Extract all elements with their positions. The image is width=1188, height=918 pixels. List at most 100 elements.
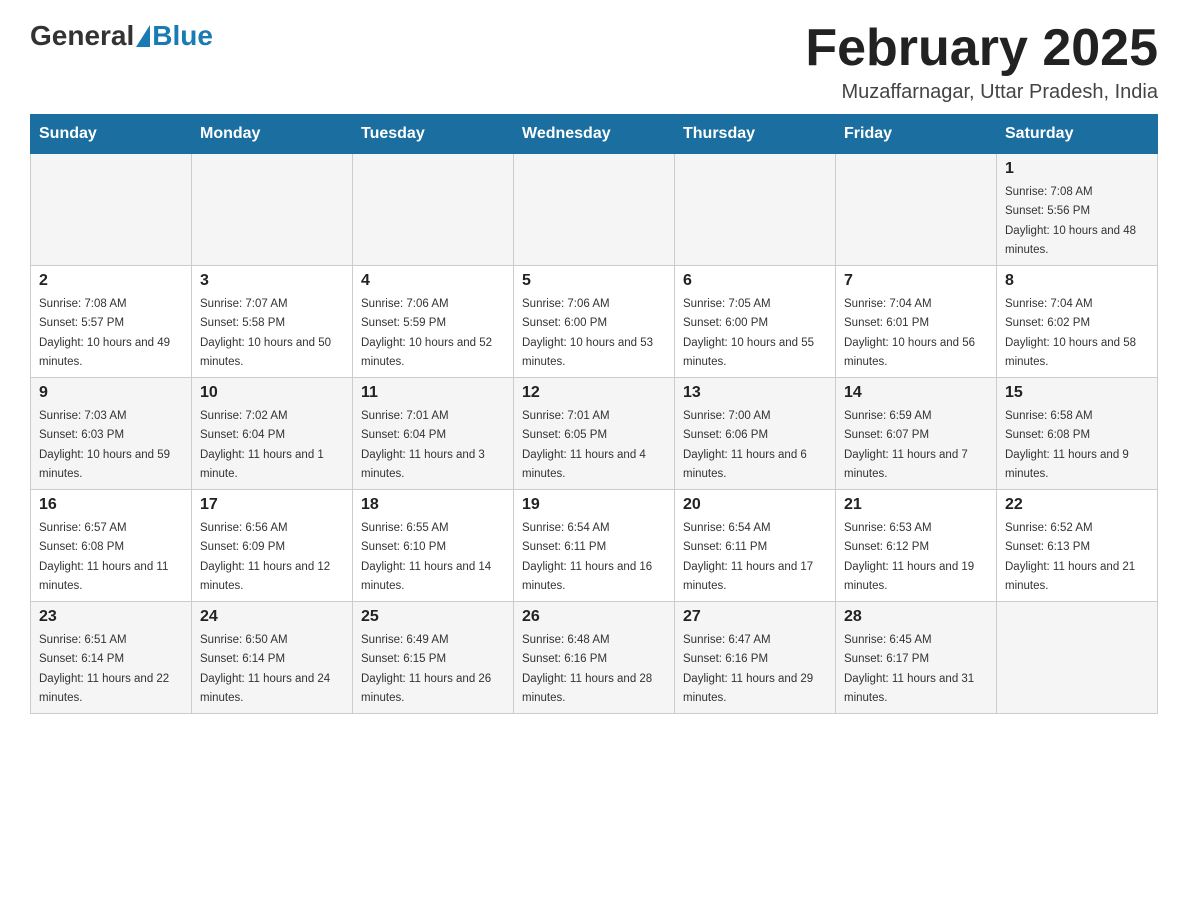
calendar-cell: 22 Sunrise: 6:52 AMSunset: 6:13 PMDaylig… <box>997 490 1158 602</box>
calendar-cell: 14 Sunrise: 6:59 AMSunset: 6:07 PMDaylig… <box>836 378 997 490</box>
day-info: Sunrise: 6:49 AMSunset: 6:15 PMDaylight:… <box>361 634 491 704</box>
title-area: February 2025 Muzaffarnagar, Uttar Prade… <box>805 20 1158 104</box>
day-info: Sunrise: 6:55 AMSunset: 6:10 PMDaylight:… <box>361 522 491 592</box>
day-info: Sunrise: 6:54 AMSunset: 6:11 PMDaylight:… <box>522 522 652 592</box>
logo: General Blue <box>30 20 213 52</box>
day-number: 7 <box>844 272 988 290</box>
day-info: Sunrise: 6:51 AMSunset: 6:14 PMDaylight:… <box>39 634 169 704</box>
day-number: 2 <box>39 272 183 290</box>
calendar-cell: 2 Sunrise: 7:08 AMSunset: 5:57 PMDayligh… <box>31 266 192 378</box>
calendar-cell: 6 Sunrise: 7:05 AMSunset: 6:00 PMDayligh… <box>675 266 836 378</box>
calendar-cell: 19 Sunrise: 6:54 AMSunset: 6:11 PMDaylig… <box>514 490 675 602</box>
days-header-row: Sunday Monday Tuesday Wednesday Thursday… <box>31 115 1158 154</box>
calendar-cell: 15 Sunrise: 6:58 AMSunset: 6:08 PMDaylig… <box>997 378 1158 490</box>
day-number: 28 <box>844 608 988 626</box>
day-info: Sunrise: 7:08 AMSunset: 5:56 PMDaylight:… <box>1005 186 1136 256</box>
month-title: February 2025 <box>805 20 1158 77</box>
calendar-cell: 21 Sunrise: 6:53 AMSunset: 6:12 PMDaylig… <box>836 490 997 602</box>
day-info: Sunrise: 7:00 AMSunset: 6:06 PMDaylight:… <box>683 410 807 480</box>
day-info: Sunrise: 7:01 AMSunset: 6:04 PMDaylight:… <box>361 410 485 480</box>
calendar-cell <box>192 154 353 266</box>
header-thursday: Thursday <box>675 115 836 154</box>
day-info: Sunrise: 7:02 AMSunset: 6:04 PMDaylight:… <box>200 410 324 480</box>
day-info: Sunrise: 6:47 AMSunset: 6:16 PMDaylight:… <box>683 634 813 704</box>
calendar-cell <box>31 154 192 266</box>
header-wednesday: Wednesday <box>514 115 675 154</box>
day-number: 6 <box>683 272 827 290</box>
day-info: Sunrise: 7:03 AMSunset: 6:03 PMDaylight:… <box>39 410 170 480</box>
calendar-cell: 27 Sunrise: 6:47 AMSunset: 6:16 PMDaylig… <box>675 602 836 714</box>
day-number: 4 <box>361 272 505 290</box>
calendar-cell: 5 Sunrise: 7:06 AMSunset: 6:00 PMDayligh… <box>514 266 675 378</box>
logo-blue: Blue <box>152 20 213 52</box>
calendar-cell: 10 Sunrise: 7:02 AMSunset: 6:04 PMDaylig… <box>192 378 353 490</box>
day-info: Sunrise: 6:54 AMSunset: 6:11 PMDaylight:… <box>683 522 813 592</box>
day-number: 14 <box>844 384 988 402</box>
day-number: 21 <box>844 496 988 514</box>
week-row-3: 9 Sunrise: 7:03 AMSunset: 6:03 PMDayligh… <box>31 378 1158 490</box>
calendar-cell <box>353 154 514 266</box>
calendar-cell <box>675 154 836 266</box>
day-info: Sunrise: 7:04 AMSunset: 6:02 PMDaylight:… <box>1005 298 1136 368</box>
calendar-cell: 25 Sunrise: 6:49 AMSunset: 6:15 PMDaylig… <box>353 602 514 714</box>
day-number: 3 <box>200 272 344 290</box>
day-number: 23 <box>39 608 183 626</box>
header-monday: Monday <box>192 115 353 154</box>
header-tuesday: Tuesday <box>353 115 514 154</box>
day-info: Sunrise: 6:53 AMSunset: 6:12 PMDaylight:… <box>844 522 974 592</box>
day-number: 25 <box>361 608 505 626</box>
day-number: 12 <box>522 384 666 402</box>
day-number: 11 <box>361 384 505 402</box>
location-subtitle: Muzaffarnagar, Uttar Pradesh, India <box>805 81 1158 104</box>
week-row-4: 16 Sunrise: 6:57 AMSunset: 6:08 PMDaylig… <box>31 490 1158 602</box>
day-number: 27 <box>683 608 827 626</box>
calendar-cell: 11 Sunrise: 7:01 AMSunset: 6:04 PMDaylig… <box>353 378 514 490</box>
logo-general: General <box>30 20 134 52</box>
day-info: Sunrise: 7:06 AMSunset: 6:00 PMDaylight:… <box>522 298 653 368</box>
week-row-1: 1 Sunrise: 7:08 AMSunset: 5:56 PMDayligh… <box>31 154 1158 266</box>
day-info: Sunrise: 6:52 AMSunset: 6:13 PMDaylight:… <box>1005 522 1135 592</box>
calendar-cell: 28 Sunrise: 6:45 AMSunset: 6:17 PMDaylig… <box>836 602 997 714</box>
calendar-table: Sunday Monday Tuesday Wednesday Thursday… <box>30 114 1158 714</box>
day-info: Sunrise: 7:05 AMSunset: 6:00 PMDaylight:… <box>683 298 814 368</box>
page-header: General Blue February 2025 Muzaffarnagar… <box>30 20 1158 104</box>
day-info: Sunrise: 7:04 AMSunset: 6:01 PMDaylight:… <box>844 298 975 368</box>
calendar-cell: 17 Sunrise: 6:56 AMSunset: 6:09 PMDaylig… <box>192 490 353 602</box>
calendar-cell: 7 Sunrise: 7:04 AMSunset: 6:01 PMDayligh… <box>836 266 997 378</box>
calendar-cell <box>997 602 1158 714</box>
day-info: Sunrise: 6:59 AMSunset: 6:07 PMDaylight:… <box>844 410 968 480</box>
logo-text: General Blue <box>30 20 213 52</box>
day-number: 8 <box>1005 272 1149 290</box>
calendar-cell: 1 Sunrise: 7:08 AMSunset: 5:56 PMDayligh… <box>997 154 1158 266</box>
day-number: 1 <box>1005 160 1149 178</box>
calendar-cell: 12 Sunrise: 7:01 AMSunset: 6:05 PMDaylig… <box>514 378 675 490</box>
day-number: 20 <box>683 496 827 514</box>
day-number: 15 <box>1005 384 1149 402</box>
logo-triangle-icon <box>136 25 150 47</box>
calendar-cell: 23 Sunrise: 6:51 AMSunset: 6:14 PMDaylig… <box>31 602 192 714</box>
day-number: 10 <box>200 384 344 402</box>
day-number: 13 <box>683 384 827 402</box>
day-number: 26 <box>522 608 666 626</box>
calendar-cell: 18 Sunrise: 6:55 AMSunset: 6:10 PMDaylig… <box>353 490 514 602</box>
day-info: Sunrise: 6:45 AMSunset: 6:17 PMDaylight:… <box>844 634 974 704</box>
day-info: Sunrise: 6:58 AMSunset: 6:08 PMDaylight:… <box>1005 410 1129 480</box>
calendar-cell: 20 Sunrise: 6:54 AMSunset: 6:11 PMDaylig… <box>675 490 836 602</box>
day-number: 19 <box>522 496 666 514</box>
week-row-2: 2 Sunrise: 7:08 AMSunset: 5:57 PMDayligh… <box>31 266 1158 378</box>
header-friday: Friday <box>836 115 997 154</box>
day-info: Sunrise: 6:50 AMSunset: 6:14 PMDaylight:… <box>200 634 330 704</box>
week-row-5: 23 Sunrise: 6:51 AMSunset: 6:14 PMDaylig… <box>31 602 1158 714</box>
calendar-cell <box>836 154 997 266</box>
calendar-cell: 24 Sunrise: 6:50 AMSunset: 6:14 PMDaylig… <box>192 602 353 714</box>
header-saturday: Saturday <box>997 115 1158 154</box>
day-info: Sunrise: 7:01 AMSunset: 6:05 PMDaylight:… <box>522 410 646 480</box>
day-info: Sunrise: 7:08 AMSunset: 5:57 PMDaylight:… <box>39 298 170 368</box>
day-info: Sunrise: 7:07 AMSunset: 5:58 PMDaylight:… <box>200 298 331 368</box>
day-number: 22 <box>1005 496 1149 514</box>
calendar-cell: 4 Sunrise: 7:06 AMSunset: 5:59 PMDayligh… <box>353 266 514 378</box>
day-info: Sunrise: 6:48 AMSunset: 6:16 PMDaylight:… <box>522 634 652 704</box>
day-info: Sunrise: 6:56 AMSunset: 6:09 PMDaylight:… <box>200 522 330 592</box>
header-sunday: Sunday <box>31 115 192 154</box>
calendar-cell: 16 Sunrise: 6:57 AMSunset: 6:08 PMDaylig… <box>31 490 192 602</box>
